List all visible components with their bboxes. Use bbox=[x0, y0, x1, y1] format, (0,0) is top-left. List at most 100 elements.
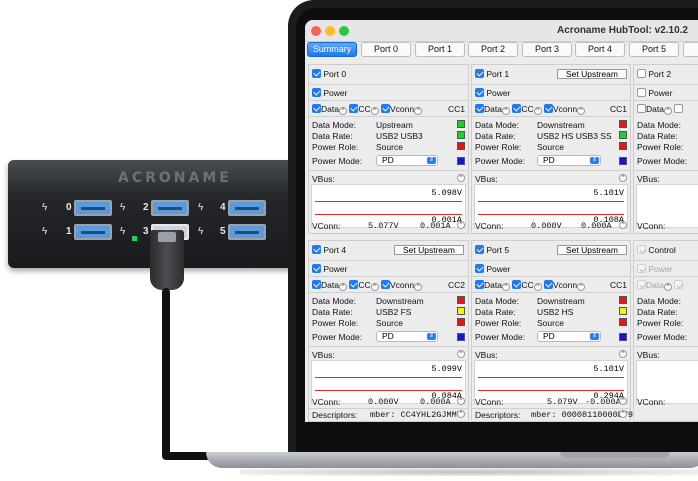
port-panel-4: Port 4 Set Upstream Power Data ^ CC ^ Vcon… bbox=[308, 240, 469, 422]
chevron-up-icon[interactable]: ^ bbox=[370, 283, 379, 291]
chevron-up-icon[interactable]: ^ bbox=[457, 350, 465, 358]
cc-checkbox[interactable] bbox=[674, 104, 684, 113]
divider bbox=[471, 116, 631, 117]
chevron-up-icon[interactable]: ^ bbox=[533, 107, 542, 115]
vconn-checkbox[interactable] bbox=[381, 104, 390, 113]
chevron-up-icon[interactable]: ^ bbox=[619, 410, 627, 418]
power-checkbox[interactable] bbox=[312, 88, 321, 97]
chevron-up-icon[interactable]: ^ bbox=[501, 283, 510, 291]
chevron-up-icon[interactable]: ^ bbox=[577, 107, 586, 115]
port-enable-checkbox[interactable] bbox=[475, 69, 484, 78]
power-role-label: Power Role: bbox=[637, 318, 684, 328]
data-checkbox[interactable] bbox=[312, 104, 321, 113]
data-checkbox[interactable] bbox=[637, 280, 646, 289]
power-bolt-icon: ϟ bbox=[120, 202, 126, 213]
power-bolt-icon: ϟ bbox=[42, 202, 48, 213]
vconn-label: Vconn bbox=[553, 104, 578, 114]
chevron-up-icon[interactable]: ^ bbox=[338, 107, 347, 115]
chevron-up-icon[interactable]: ^ bbox=[619, 174, 627, 182]
power-mode-select[interactable]: PD ⇕ bbox=[376, 331, 438, 342]
power-label: Power bbox=[648, 88, 673, 98]
chevron-up-icon[interactable]: ^ bbox=[457, 410, 465, 418]
cc-checkbox[interactable] bbox=[349, 104, 359, 113]
close-button[interactable] bbox=[311, 26, 321, 36]
power-mode-select[interactable]: PD ⇕ bbox=[537, 155, 601, 166]
chevron-up-icon[interactable]: ^ bbox=[457, 221, 465, 229]
usb-cable bbox=[162, 288, 170, 458]
set-upstream-button[interactable]: Set Upstream bbox=[557, 69, 627, 79]
data-checkbox[interactable] bbox=[475, 280, 484, 289]
vconn-label: Vconn bbox=[390, 104, 415, 114]
control-checkbox[interactable] bbox=[637, 245, 646, 254]
chevron-up-icon[interactable]: ^ bbox=[619, 221, 627, 229]
divider bbox=[308, 170, 469, 171]
chevron-up-icon[interactable]: ^ bbox=[663, 283, 672, 291]
power-checkbox[interactable] bbox=[475, 264, 484, 273]
vconn-checkbox[interactable] bbox=[381, 280, 390, 289]
minimize-button[interactable] bbox=[325, 26, 335, 36]
data-rate-indicator bbox=[619, 307, 627, 315]
chevron-up-icon[interactable]: ^ bbox=[370, 107, 379, 115]
laptop-notch bbox=[560, 452, 670, 458]
power-mode-value: PD bbox=[382, 331, 394, 341]
vconn-checkbox[interactable] bbox=[544, 280, 553, 289]
chevron-up-icon[interactable]: ^ bbox=[414, 283, 423, 291]
vconn-label: Vconn bbox=[390, 280, 415, 290]
tab-port-5[interactable]: Port 5 bbox=[629, 42, 679, 57]
power-mode-select[interactable]: PD ⇕ bbox=[537, 331, 601, 342]
set-upstream-button[interactable]: Set Upstream bbox=[394, 245, 464, 255]
chevron-up-icon[interactable]: ^ bbox=[619, 350, 627, 358]
tab-summary[interactable]: Summary bbox=[307, 42, 357, 57]
data-checkbox[interactable] bbox=[475, 104, 484, 113]
chevron-up-icon[interactable]: ^ bbox=[533, 283, 542, 291]
tab-port-2[interactable]: Port 2 bbox=[468, 42, 518, 57]
set-upstream-button[interactable]: Set Upstream bbox=[557, 245, 627, 255]
port-enable-checkbox[interactable] bbox=[312, 245, 321, 254]
cc-checkbox[interactable] bbox=[674, 280, 684, 289]
tab-port-0[interactable]: Port 0 bbox=[361, 42, 411, 57]
data-rate-value: USB2 USB3 bbox=[376, 131, 423, 141]
cc-checkbox[interactable] bbox=[512, 280, 522, 289]
voltage-trace bbox=[315, 201, 462, 202]
data-checkbox[interactable] bbox=[312, 280, 321, 289]
tab-port-1[interactable]: Port 1 bbox=[415, 42, 465, 57]
vconn-readout-label: VConn: bbox=[637, 397, 666, 407]
vconn-readout-label: VConn: bbox=[637, 221, 666, 231]
vconn-label: Vconn bbox=[553, 280, 578, 290]
chevron-up-icon[interactable]: ^ bbox=[414, 107, 423, 115]
vconn-checkbox[interactable] bbox=[544, 104, 553, 113]
chevron-up-icon[interactable]: ^ bbox=[663, 107, 672, 115]
set-upstream-label: Set Upstream bbox=[566, 245, 618, 255]
chevron-up-icon[interactable]: ^ bbox=[338, 283, 347, 291]
power-checkbox[interactable] bbox=[312, 264, 321, 273]
power-role-value: Source bbox=[376, 142, 403, 152]
power-checkbox[interactable] bbox=[637, 88, 646, 97]
power-checkbox[interactable] bbox=[475, 88, 484, 97]
data-mode-label: Data Mode: bbox=[637, 296, 681, 306]
data-checkbox[interactable] bbox=[637, 104, 646, 113]
port-enable-checkbox[interactable] bbox=[312, 69, 321, 78]
data-mode-value: Downstream bbox=[537, 120, 585, 130]
power-checkbox[interactable] bbox=[637, 264, 646, 273]
power-role-value: Source bbox=[376, 318, 403, 328]
cc-checkbox[interactable] bbox=[512, 104, 522, 113]
chevron-up-icon[interactable]: ^ bbox=[619, 397, 627, 405]
cc-checkbox[interactable] bbox=[349, 280, 359, 289]
chevron-up-icon[interactable]: ^ bbox=[501, 107, 510, 115]
data-rate-label: Data Rate: bbox=[637, 131, 678, 141]
tab-port-3[interactable]: Port 3 bbox=[522, 42, 572, 57]
port-enable-checkbox[interactable] bbox=[475, 245, 484, 254]
tab-control[interactable]: C bbox=[683, 42, 698, 57]
data-mode-value: Downstream bbox=[537, 296, 585, 306]
chevron-up-icon[interactable]: ^ bbox=[457, 397, 465, 405]
zoom-button[interactable] bbox=[339, 26, 349, 36]
divider bbox=[308, 100, 469, 101]
cc-polarity: CC2 bbox=[447, 280, 465, 290]
chevron-up-icon[interactable]: ^ bbox=[457, 174, 465, 182]
port-enable-checkbox[interactable] bbox=[637, 69, 646, 78]
chevron-up-icon[interactable]: ^ bbox=[577, 283, 586, 291]
power-label: Power bbox=[486, 88, 511, 98]
power-mode-select[interactable]: PD ⇕ bbox=[376, 155, 438, 166]
data-rate-indicator bbox=[457, 131, 465, 139]
tab-port-4[interactable]: Port 4 bbox=[575, 42, 625, 57]
